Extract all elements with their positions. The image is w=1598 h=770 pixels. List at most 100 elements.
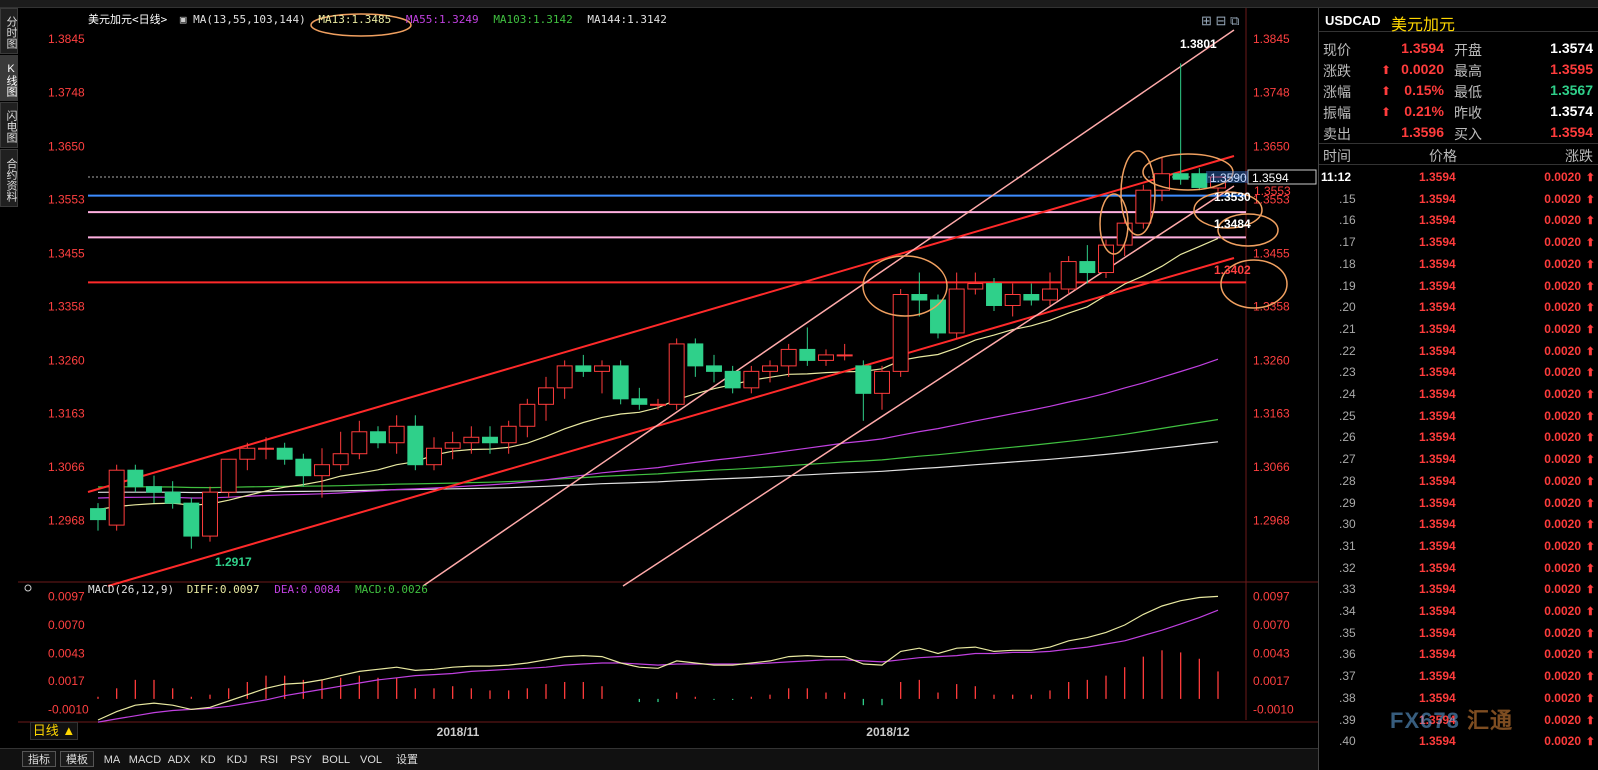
- tab-flash-chart[interactable]: 闪电图: [0, 102, 18, 148]
- tick-row: .31 1.3594 0.0020 ⬆: [1319, 536, 1598, 558]
- macd-axis-label-right: 0.0097: [1253, 589, 1290, 603]
- tab-settings[interactable]: 设置: [392, 752, 422, 768]
- tick-row: .22 1.3594 0.0020 ⬆: [1319, 341, 1598, 363]
- tick-change: 0.0020: [1544, 321, 1581, 336]
- tick-time: .18: [1339, 256, 1356, 271]
- restore-icon[interactable]: ⧉: [1230, 13, 1239, 28]
- price-axis-label-left: 1.3066: [48, 460, 85, 474]
- macd-axis-label-left: 0.0043: [48, 646, 85, 660]
- up-arrow-icon: ⬆: [1585, 172, 1595, 184]
- tick-row: .33 1.3594 0.0020 ⬆: [1319, 579, 1598, 601]
- up-arrow-icon: ⬆: [1585, 627, 1595, 640]
- tick-price: 1.3594: [1419, 235, 1456, 250]
- tick-price: 1.3594: [1419, 560, 1456, 575]
- tick-time: 11:12: [1321, 170, 1352, 184]
- tick-time: .37: [1339, 669, 1356, 684]
- symbol-name: 美元加元: [1391, 17, 1456, 34]
- tick-change: 0.0020: [1544, 690, 1581, 705]
- tick-price: 1.3594: [1419, 495, 1456, 510]
- diff-value: DIFF:0.0097: [186, 583, 260, 596]
- tick-price: 1.3594: [1419, 256, 1456, 271]
- chart-legend: 美元加元<日线> ▣ MA(13,55,103,144) MA13:1.3485…: [88, 11, 667, 27]
- candle-up: [967, 283, 984, 290]
- tab-vol[interactable]: VOL: [358, 752, 384, 768]
- tick-row: .15 1.3594 0.0020 ⬆: [1319, 189, 1598, 211]
- up-arrow-icon: ⬆: [1585, 519, 1595, 532]
- candlestick-chart[interactable]: 1.3845 1.3845 1.3748 1.3748 1.3650 1.3650 1.35…: [18, 8, 1318, 748]
- tab-kd[interactable]: KD: [198, 752, 218, 768]
- quote-label-2: 最低: [1454, 84, 1482, 100]
- tick-price: 1.3594: [1419, 734, 1456, 749]
- tab-tick-chart[interactable]: 分时图: [0, 8, 18, 54]
- price-axis-label-left: 1.3358: [48, 300, 85, 314]
- tab-kdj[interactable]: KDJ: [224, 752, 250, 768]
- macd-axis-label-left: 0.0017: [48, 674, 85, 688]
- price-axis-label-right: 1.3358: [1253, 300, 1290, 314]
- tick-change: 0.0020: [1544, 647, 1581, 662]
- candle-up: [108, 469, 125, 526]
- up-arrow-icon: ⬆: [1585, 258, 1595, 271]
- tick-row: .25 1.3594 0.0020 ⬆: [1319, 406, 1598, 428]
- quote-label: 振幅: [1323, 105, 1351, 121]
- up-arrow-icon: ⬆: [1381, 84, 1392, 98]
- candle-down: [799, 348, 816, 361]
- main-chart-area[interactable]: 1.3845 1.3845 1.3748 1.3748 1.3650 1.3650 1.35…: [18, 8, 1318, 748]
- candle-up: [538, 387, 554, 405]
- quote-row: 涨幅 ⬆ 0.15% 最低 1.3567: [1319, 80, 1598, 101]
- tick-change: 0.0020: [1544, 365, 1581, 380]
- price-axis-label-right: 1.3650: [1253, 139, 1290, 153]
- up-arrow-icon: ⬆: [1585, 215, 1595, 228]
- quote-value: 0.15%: [1404, 82, 1444, 98]
- level-label-1.3484: 1.3484: [1214, 217, 1251, 231]
- candle-up: [818, 354, 834, 361]
- tick-time: .16: [1339, 213, 1356, 228]
- tick-row: .18 1.3594 0.0020 ⬆: [1319, 254, 1598, 276]
- macd-axis-label-left: -0.0010: [48, 702, 89, 716]
- tab-contract-info[interactable]: 合约资料: [0, 149, 18, 207]
- candle-down: [1079, 261, 1096, 274]
- quote-label: 涨幅: [1323, 84, 1351, 100]
- zoom-in-icon[interactable]: ⊞: [1201, 13, 1212, 28]
- tick-change: 0.0020: [1544, 170, 1581, 184]
- tick-price: 1.3594: [1419, 430, 1456, 445]
- candle-down: [575, 365, 592, 372]
- tab-rsi[interactable]: RSI: [256, 752, 282, 768]
- ma-settings-icon[interactable]: ▣: [180, 13, 187, 26]
- tick-change: 0.0020: [1544, 495, 1581, 510]
- tab-templates[interactable]: 模板: [60, 751, 94, 767]
- tab-indicators[interactable]: 指标: [22, 751, 56, 767]
- tick-row: .35 1.3594 0.0020 ⬆: [1319, 623, 1598, 645]
- period-selector[interactable]: 日线 ▲: [30, 722, 78, 740]
- date-label: 2018/11: [437, 725, 480, 739]
- tick-time: .20: [1339, 300, 1356, 315]
- tick-time: .17: [1339, 235, 1356, 250]
- up-arrow-icon: ⬆: [1585, 432, 1595, 445]
- up-arrow-icon: ⬆: [1381, 63, 1392, 77]
- up-arrow-icon: ⬆: [1585, 736, 1595, 749]
- tick-price: 1.3594: [1419, 278, 1456, 293]
- tab-macd[interactable]: MACD: [128, 752, 162, 768]
- tick-time: .15: [1339, 191, 1356, 206]
- tab-adx[interactable]: ADX: [166, 752, 192, 768]
- up-arrow-icon: ⬆: [1585, 454, 1595, 467]
- tab-psy[interactable]: PSY: [288, 752, 314, 768]
- tick-row: .30 1.3594 0.0020 ⬆: [1319, 514, 1598, 536]
- quote-row: 现价 1.3594 开盘 1.3574: [1319, 38, 1598, 59]
- tab-ma[interactable]: MA: [100, 752, 124, 768]
- tab-boll[interactable]: BOLL: [320, 752, 352, 768]
- indicator-tab-bar: 指标 模板 MA MACD ADX KD KDJ RSI PSY BOLL VO…: [0, 748, 1318, 770]
- zoom-out-icon[interactable]: ⊟: [1216, 13, 1227, 28]
- ticks-header: 时间 价格 涨跌: [1319, 143, 1598, 165]
- level-label-1.3530: 1.3530: [1214, 190, 1251, 204]
- candle-up: [444, 442, 461, 449]
- tick-row: .37 1.3594 0.0020 ⬆: [1319, 666, 1598, 688]
- candle-down: [911, 294, 928, 301]
- tick-time: .26: [1339, 430, 1356, 445]
- up-arrow-icon: ⬆: [1585, 410, 1595, 423]
- price-axis-label-left: 1.2968: [48, 514, 85, 528]
- left-view-tabs: 分时图 K线图 闪电图 合约资料: [0, 8, 18, 208]
- tab-kline-chart[interactable]: K线图: [0, 55, 18, 101]
- tick-time: .21: [1339, 321, 1356, 336]
- up-arrow-icon: ⬆: [1381, 105, 1392, 119]
- price-axis-label-right: 1.3163: [1253, 407, 1290, 421]
